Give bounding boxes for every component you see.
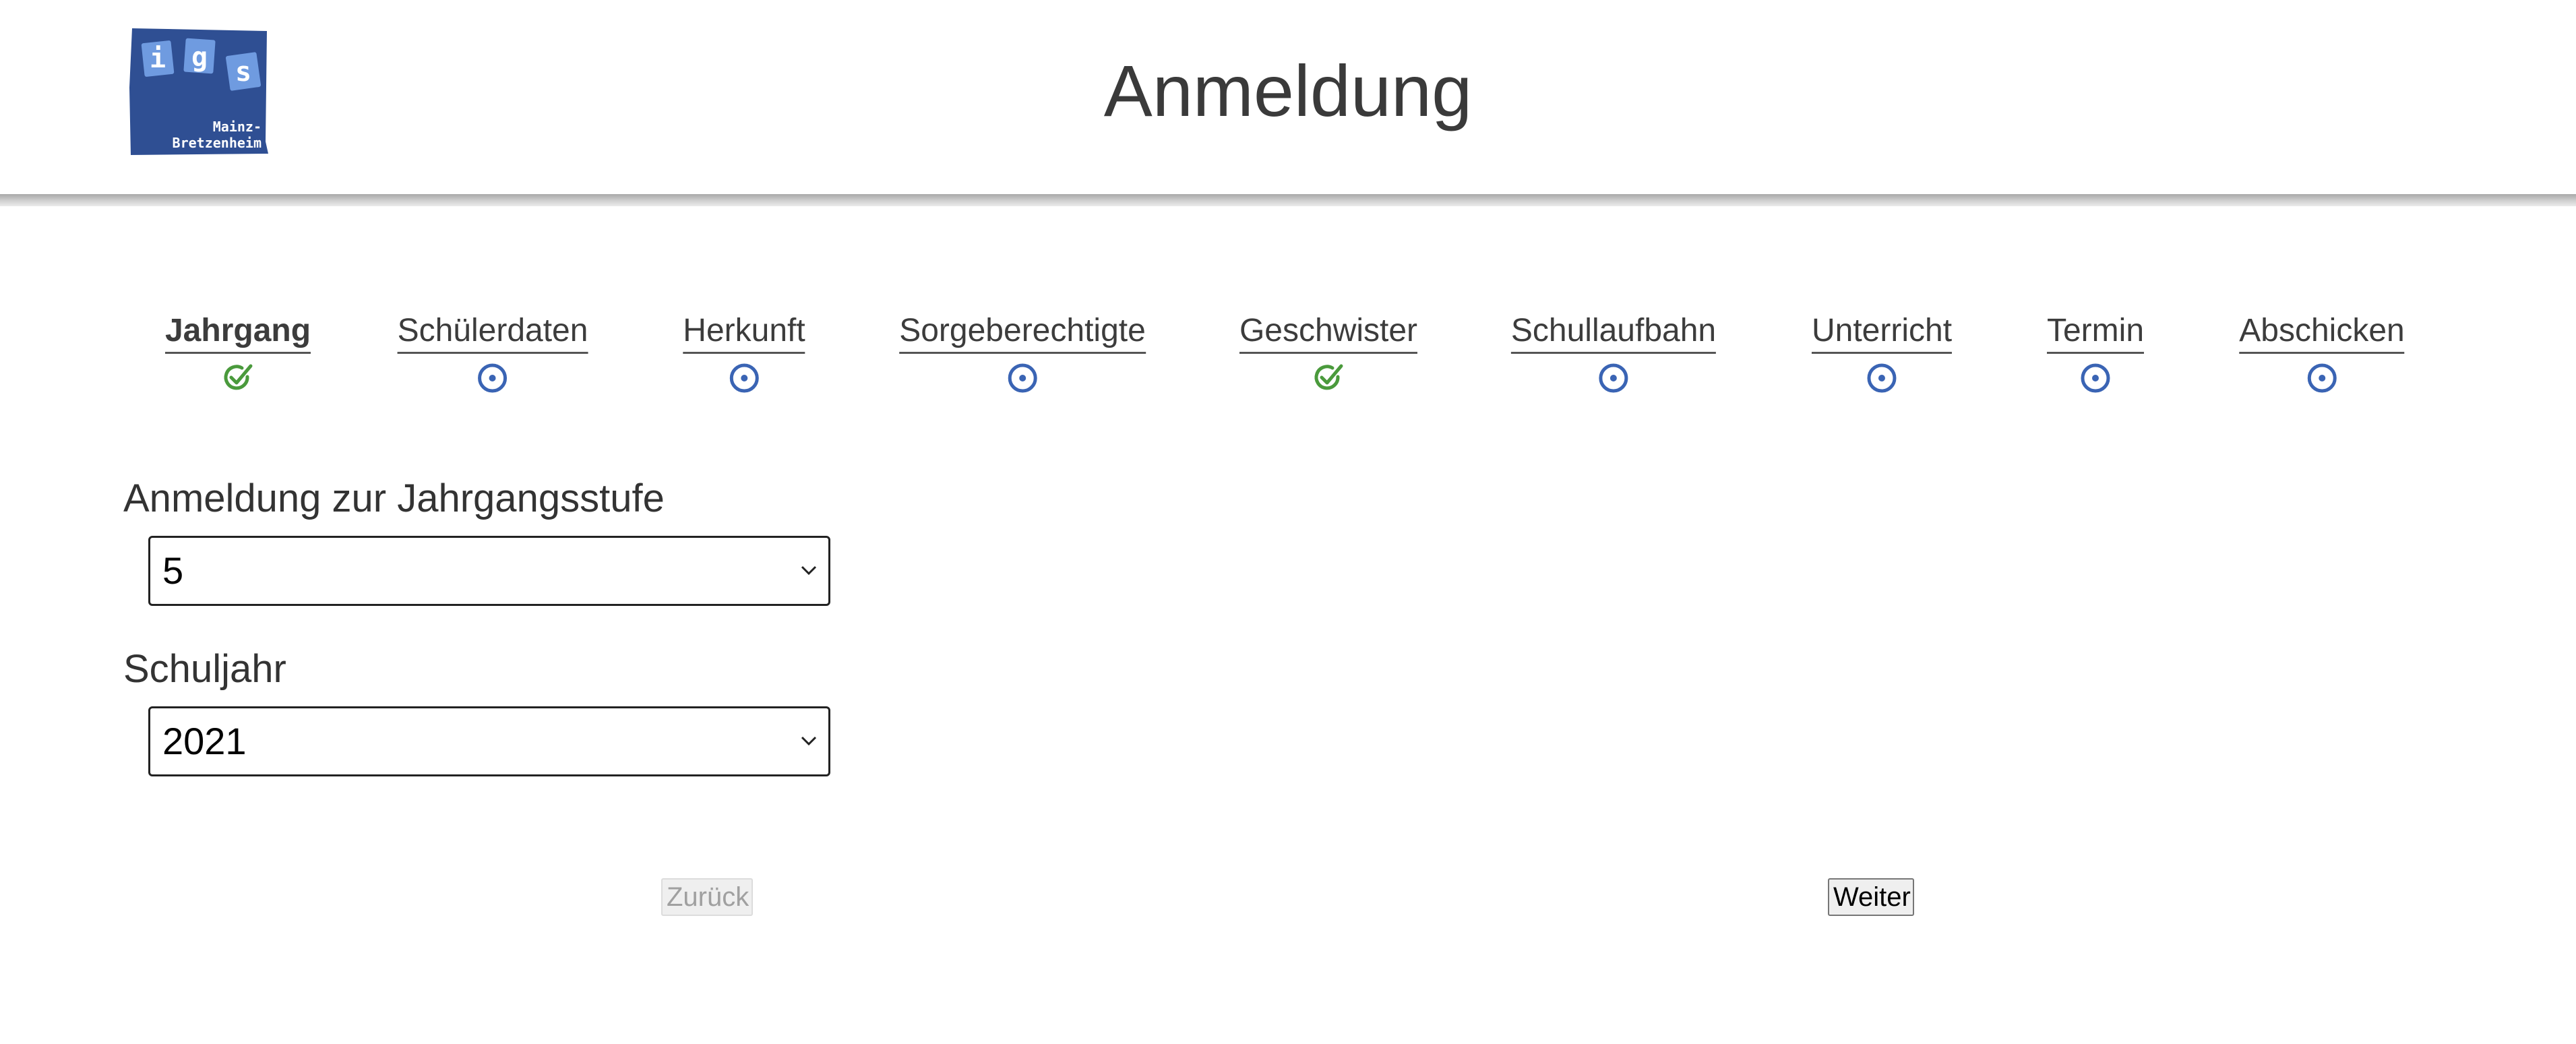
- step-sorgeberechtigte[interactable]: Sorgeberechtigte: [899, 310, 1146, 396]
- page-header: i g s Mainz- Bretzenheim Anmeldung: [0, 0, 2576, 194]
- step-label-schuelerdaten[interactable]: Schülerdaten: [397, 310, 588, 354]
- dot-circle-icon: [475, 361, 510, 396]
- back-button[interactable]: Zurück: [661, 878, 753, 916]
- step-label-sorgeberechtigte[interactable]: Sorgeberechtigte: [899, 310, 1146, 354]
- grade-label: Anmeldung zur Jahrgangsstufe: [123, 477, 665, 520]
- header-divider: [0, 194, 2576, 206]
- dot-circle-icon: [727, 361, 762, 396]
- step-label-termin[interactable]: Termin: [2046, 310, 2145, 354]
- step-termin[interactable]: Termin: [2046, 310, 2145, 396]
- dot-circle-icon: [2078, 361, 2113, 396]
- step-navigation: Jahrgang Schülerdaten Herkunft Sorgebere…: [0, 310, 2576, 404]
- next-button[interactable]: Weiter: [1828, 878, 1914, 916]
- registration-page: i g s Mainz- Bretzenheim Anmeldung Jahrg…: [0, 0, 2576, 1044]
- school-year-select[interactable]: 2021: [148, 706, 830, 776]
- grade-select-value: 5: [162, 549, 184, 592]
- dot-circle-icon: [1596, 361, 1631, 396]
- school-year-select-value: 2021: [162, 720, 247, 762]
- step-label-geschwister[interactable]: Geschwister: [1239, 310, 1418, 354]
- step-label-unterricht[interactable]: Unterricht: [1811, 310, 1953, 354]
- check-circle-icon: [220, 361, 255, 396]
- grade-select[interactable]: 5: [148, 536, 830, 606]
- step-label-abschicken[interactable]: Abschicken: [2239, 310, 2405, 354]
- step-schuelerdaten[interactable]: Schülerdaten: [397, 310, 588, 396]
- school-year-label: Schuljahr: [123, 647, 286, 691]
- step-abschicken[interactable]: Abschicken: [2239, 310, 2405, 396]
- step-jahrgang[interactable]: Jahrgang: [164, 310, 311, 396]
- dot-circle-icon: [1005, 361, 1040, 396]
- logo-caption-line2: Bretzenheim: [172, 135, 262, 151]
- check-circle-icon: [1311, 361, 1346, 396]
- step-unterricht[interactable]: Unterricht: [1811, 310, 1953, 396]
- step-label-schullaufbahn[interactable]: Schullaufbahn: [1510, 310, 1717, 354]
- step-label-jahrgang[interactable]: Jahrgang: [164, 310, 311, 354]
- step-label-herkunft[interactable]: Herkunft: [683, 310, 805, 354]
- step-schullaufbahn[interactable]: Schullaufbahn: [1510, 310, 1717, 396]
- chevron-down-icon: [801, 736, 817, 746]
- step-herkunft[interactable]: Herkunft: [683, 310, 805, 396]
- page-title: Anmeldung: [1103, 50, 1473, 131]
- step-geschwister[interactable]: Geschwister: [1239, 310, 1418, 396]
- dot-circle-icon: [2304, 361, 2339, 396]
- dot-circle-icon: [1864, 361, 1899, 396]
- chevron-down-icon: [801, 565, 817, 576]
